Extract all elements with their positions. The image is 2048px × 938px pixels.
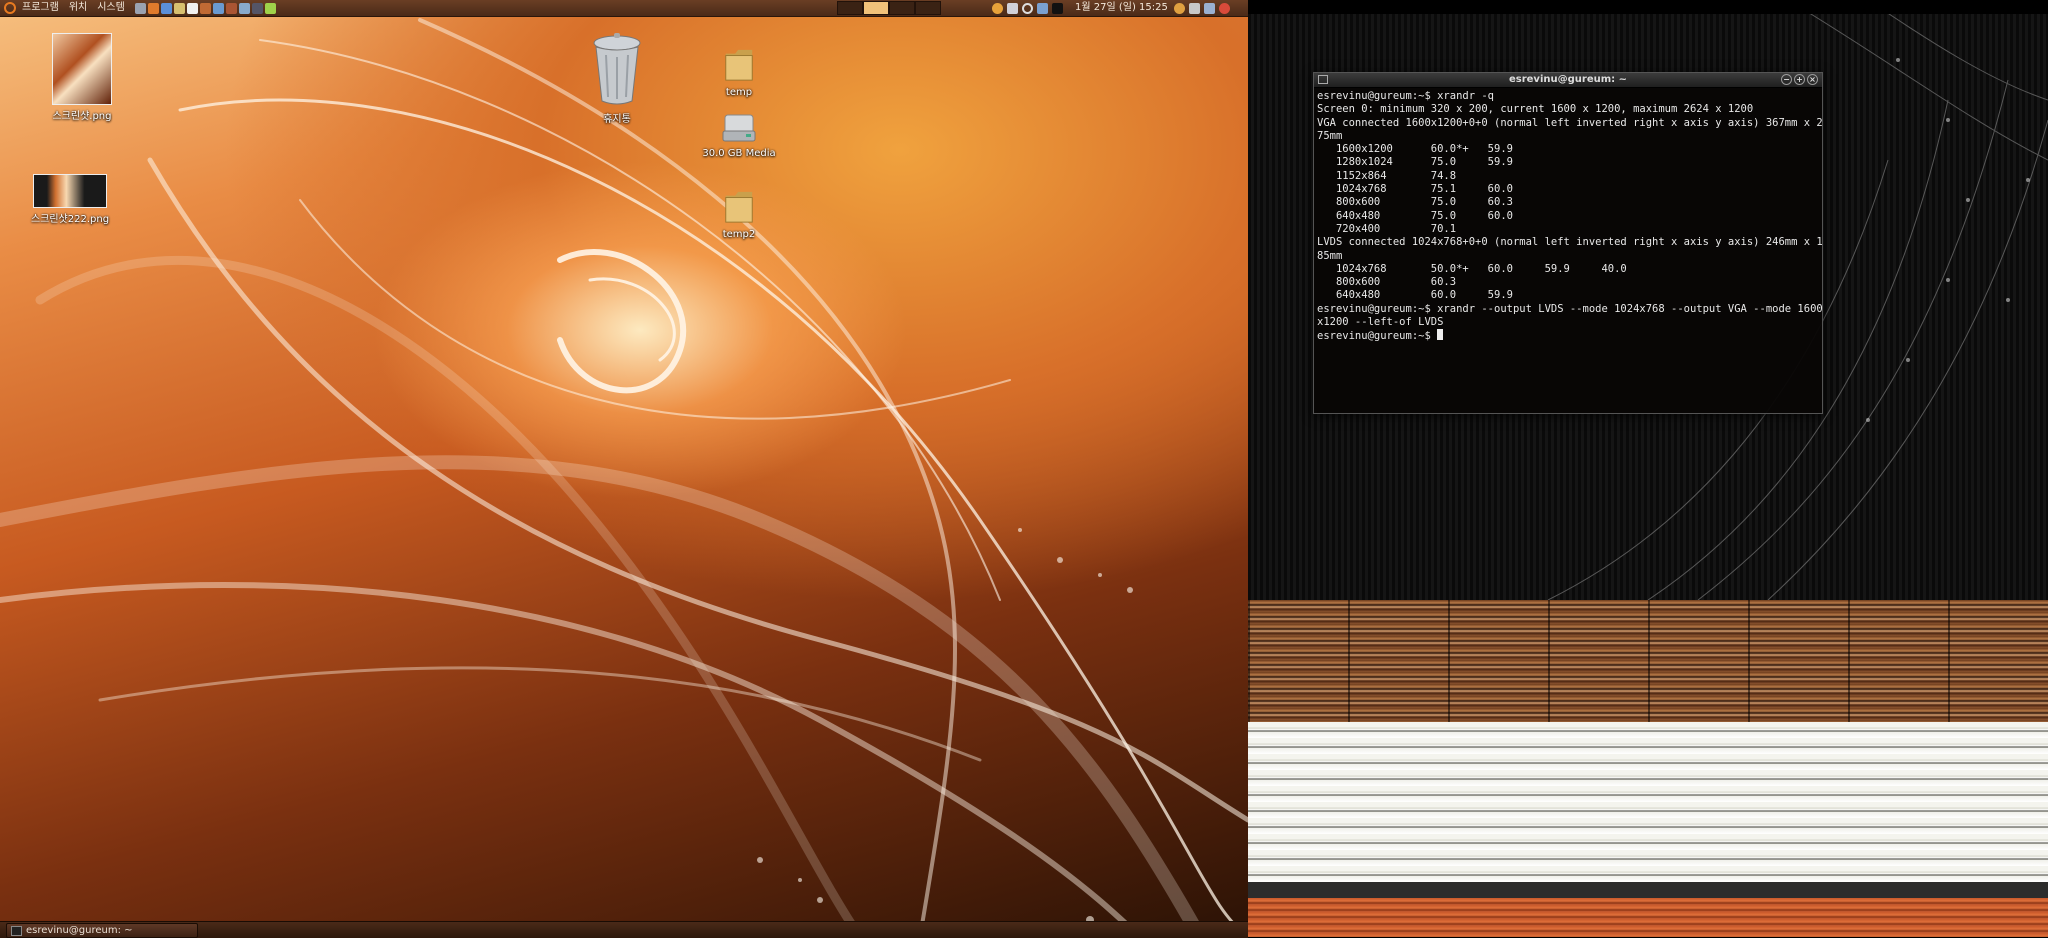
workspace-4[interactable]: [915, 1, 941, 15]
weather-icon[interactable]: [1173, 2, 1185, 14]
user-icon[interactable]: [1203, 2, 1215, 14]
desktop-icon-trash[interactable]: 휴지통: [577, 33, 657, 125]
desktop-icon-temp[interactable]: temp: [697, 48, 781, 98]
text-editor-icon[interactable]: [186, 2, 198, 14]
terminal-line: x1200 --left-of LVDS: [1317, 316, 1444, 329]
workspace-2[interactable]: [863, 1, 889, 15]
chat-icon[interactable]: [238, 2, 250, 14]
file-manager-icon[interactable]: [173, 2, 185, 14]
power-icon[interactable]: [1218, 2, 1230, 14]
folder-icon: [725, 49, 753, 81]
menu-places[interactable]: 위치: [69, 0, 87, 16]
folder-icon: [725, 191, 753, 223]
taskbar-button-terminal[interactable]: esrevinu@gureum: ~: [6, 923, 198, 938]
terminal-window[interactable]: esrevinu@gureum: ~ − + × esrevinu@gureum…: [1313, 72, 1823, 414]
search-icon[interactable]: [1022, 2, 1033, 14]
trash-icon: [593, 33, 641, 105]
image-thumbnail: [33, 174, 107, 208]
terminal-line: 1024x768 50.0*+ 60.0 59.9 40.0: [1317, 262, 1627, 275]
terminal-line: 800x600 75.0 60.3: [1317, 196, 1513, 209]
display-icon[interactable]: [1037, 2, 1048, 14]
audio-icon[interactable]: [199, 2, 211, 14]
terminal-line: 1280x1024 75.0 59.9: [1317, 156, 1513, 169]
volume-icon[interactable]: [1052, 2, 1063, 14]
photo-icon[interactable]: [225, 2, 237, 14]
menu-system[interactable]: 시스템: [97, 0, 125, 16]
terminal-line: Screen 0: minimum 320 x 200, current 160…: [1317, 103, 1754, 116]
terminal-icon: [11, 925, 22, 936]
drive-icon: [722, 114, 756, 142]
terminal-cursor: [1437, 329, 1444, 341]
ubuntu-logo-icon[interactable]: [4, 2, 16, 14]
desktop-icon-temp2[interactable]: temp2: [697, 190, 781, 240]
terminal-line: 85mm: [1317, 249, 1343, 262]
close-button[interactable]: ×: [1807, 74, 1818, 85]
artifact-band-orange: [1248, 898, 2048, 937]
network-icon[interactable]: [992, 2, 1003, 14]
desktop-icon-label: 스크린샷222.png: [30, 214, 110, 225]
monitor-icon[interactable]: [251, 2, 263, 14]
wallpaper-swirl: [0, 18, 1248, 937]
artifact-band-gray: [1248, 882, 2048, 898]
desktop-icon-label: temp: [725, 87, 753, 98]
terminal-line: 1152x864 74.8: [1317, 169, 1457, 182]
terminal-line: 75mm: [1317, 129, 1343, 142]
terminal-line: esrevinu@gureum:~$ xrandr --output LVDS …: [1317, 302, 1823, 315]
screen-top-strip: [1248, 0, 2048, 14]
terminal-titlebar[interactable]: esrevinu@gureum: ~ − + ×: [1314, 73, 1822, 88]
terminal-line: 1600x1200 60.0*+ 59.9: [1317, 143, 1513, 156]
terminal-line: 800x600 60.3: [1317, 276, 1457, 289]
desktop-icon-screenshot[interactable]: 스크린샷.png: [42, 33, 122, 122]
terminal-line: LVDS connected 1024x768+0+0 (normal left…: [1317, 236, 1823, 249]
update-icon[interactable]: [264, 2, 276, 14]
window-menu-icon[interactable]: [1318, 75, 1328, 84]
terminal-line: esrevinu@gureum:~$ xrandr -q: [1317, 90, 1495, 102]
desktop-icon-screenshot222[interactable]: 스크린샷222.png: [28, 174, 112, 225]
desktop-icon-label: temp2: [722, 229, 756, 240]
terminal-title: esrevinu@gureum: ~: [1508, 74, 1628, 85]
image-thumbnail: [52, 33, 112, 105]
clock[interactable]: 1월 27일 (일) 15:25: [1075, 0, 1168, 16]
terminal-line: 1024x768 75.1 60.0: [1317, 183, 1513, 196]
top-panel: 프로그램 위치 시스템 1월 27일 (일) 15:25: [0, 0, 1248, 17]
taskbar-button-label: esrevinu@gureum: ~: [26, 925, 133, 936]
terminal-line: 720x400 70.1: [1317, 222, 1457, 235]
artifact-band-white: [1248, 722, 2048, 882]
workspace-switcher[interactable]: [837, 1, 941, 15]
display-artifact-region: [1248, 600, 2048, 937]
terminal-line: esrevinu@gureum:~$: [1317, 329, 1819, 343]
mail-icon[interactable]: [160, 2, 172, 14]
terminal-line: 640x480 60.0 59.9: [1317, 289, 1513, 302]
desktop-icon-label: 30.0 GB Media: [702, 148, 776, 159]
desktop-icon-label: 휴지통: [603, 114, 631, 125]
terminal-line: 640x480 75.0 60.0: [1317, 209, 1513, 222]
media-player-icon[interactable]: [212, 2, 224, 14]
desktop-icon-media-drive[interactable]: 30.0 GB Media: [697, 113, 781, 159]
workspace-3[interactable]: [889, 1, 915, 15]
battery-icon[interactable]: [1188, 2, 1200, 14]
terminal-launcher-icon[interactable]: [134, 2, 146, 14]
web-browser-icon[interactable]: [147, 2, 159, 14]
minimize-button[interactable]: −: [1781, 74, 1792, 85]
menu-applications[interactable]: 프로그램: [22, 0, 59, 16]
maximize-button[interactable]: +: [1794, 74, 1805, 85]
terminal-output[interactable]: esrevinu@gureum:~$ xrandr -q Screen 0: mi…: [1314, 88, 1823, 346]
artifact-band-brown: [1248, 600, 2048, 722]
mail-notify-icon[interactable]: [1007, 2, 1018, 14]
terminal-line: VGA connected 1600x1200+0+0 (normal left…: [1317, 116, 1823, 129]
desktop-icon-label: 스크린샷.png: [52, 111, 112, 122]
desktop-wallpaper: [0, 0, 1248, 937]
workspace-1[interactable]: [837, 1, 863, 15]
bottom-panel: esrevinu@gureum: ~: [0, 921, 1248, 938]
